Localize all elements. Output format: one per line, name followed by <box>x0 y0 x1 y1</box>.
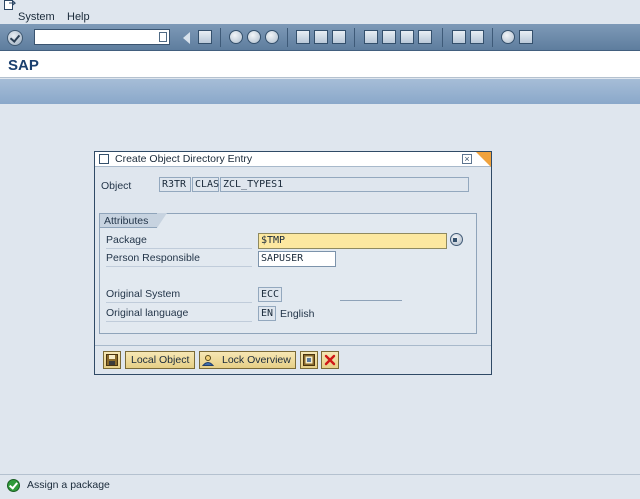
person-responsible-label: Person Responsible <box>106 251 252 267</box>
close-icon[interactable]: × <box>462 154 472 164</box>
person-responsible-input[interactable]: SAPUSER <box>258 251 336 267</box>
menu-bar: System Help <box>0 0 640 24</box>
menu-system[interactable]: System <box>18 11 55 23</box>
dialog-corner-accent <box>476 152 491 167</box>
next-page-icon[interactable] <box>400 30 414 44</box>
original-system-label: Original System <box>106 287 252 303</box>
create-object-directory-dialog: Create Object Directory Entry × Object R… <box>94 151 492 375</box>
success-icon <box>7 479 20 492</box>
toolbar-separator <box>492 28 493 47</box>
attributes-group-title: Attributes <box>104 215 149 227</box>
lock-overview-label: Lock Overview <box>222 354 291 366</box>
original-system-field: ECC <box>258 287 282 302</box>
first-page-icon[interactable] <box>364 30 378 44</box>
print-icon[interactable] <box>296 30 310 44</box>
package-value-help-icon[interactable] <box>450 233 463 246</box>
create-session-icon[interactable] <box>452 30 466 44</box>
layout-icon[interactable] <box>519 30 533 44</box>
save-icon <box>106 354 118 366</box>
object-pgmid-field: R3TR <box>159 177 191 192</box>
original-language-text: English <box>280 308 315 320</box>
command-history-icon[interactable] <box>159 32 167 42</box>
toolbar-separator <box>220 28 221 47</box>
cancel-icon[interactable] <box>265 30 279 44</box>
help-icon[interactable] <box>501 30 515 44</box>
original-language-code-field: EN <box>258 306 276 321</box>
dialog-header: Create Object Directory Entry × <box>95 152 491 167</box>
local-object-button[interactable]: Local Object <box>125 351 195 369</box>
menu-window-icon[interactable] <box>4 0 16 10</box>
last-page-icon[interactable] <box>418 30 432 44</box>
dialog-window-icon <box>99 154 109 164</box>
menu-help[interactable]: Help <box>67 11 90 23</box>
status-message: Assign a package <box>27 479 110 491</box>
local-object-label: Local Object <box>131 354 190 366</box>
exit-icon[interactable] <box>247 30 261 44</box>
enter-check-icon[interactable] <box>7 30 23 46</box>
status-bar: Assign a package <box>0 474 640 499</box>
original-language-label: Original language <box>106 306 252 322</box>
object-type-field: CLAS <box>192 177 219 192</box>
page-title: SAP <box>8 57 39 74</box>
empty-field-line <box>340 300 402 301</box>
cancel-icon <box>324 354 336 366</box>
title-bar: SAP <box>0 51 640 78</box>
dialog-title: Create Object Directory Entry <box>115 153 253 165</box>
attributes-group-tab: Attributes <box>99 213 167 228</box>
dialog-button-bar: Local Object Lock Overview <box>95 345 491 374</box>
attributes-group: Attributes Package $TMP Person Responsib… <box>99 213 477 334</box>
command-field[interactable] <box>34 29 170 45</box>
save-icon[interactable] <box>198 30 212 44</box>
find-icon[interactable] <box>314 30 328 44</box>
toolbar-separator <box>354 28 355 47</box>
document-icon <box>303 354 315 366</box>
package-label: Package <box>106 233 252 249</box>
lock-overview-button[interactable]: Lock Overview <box>199 351 296 369</box>
person-lock-icon <box>202 355 214 366</box>
back-arrow-icon[interactable] <box>183 32 190 44</box>
object-label: Object <box>101 180 132 192</box>
previous-page-icon[interactable] <box>382 30 396 44</box>
back-icon[interactable] <box>229 30 243 44</box>
find-next-icon[interactable] <box>332 30 346 44</box>
save-button[interactable] <box>103 351 121 369</box>
standard-toolbar <box>0 24 640 51</box>
object-name-field: ZCL_TYPES1 <box>220 177 469 192</box>
cancel-button[interactable] <box>321 351 339 369</box>
doc-button[interactable] <box>300 351 318 369</box>
toolbar-separator <box>287 28 288 47</box>
application-toolbar <box>0 79 640 104</box>
package-input[interactable]: $TMP <box>258 233 447 249</box>
shortcut-icon[interactable] <box>470 30 484 44</box>
toolbar-separator <box>442 28 443 47</box>
